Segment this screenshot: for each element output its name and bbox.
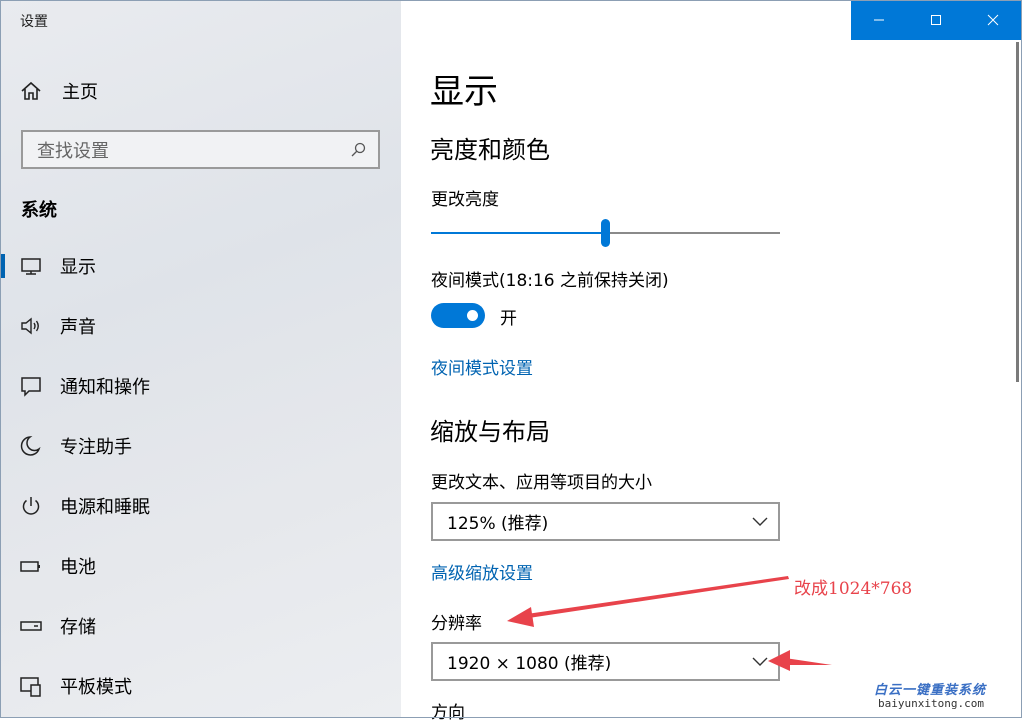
close-button[interactable] — [964, 0, 1021, 40]
maximize-button[interactable] — [907, 0, 964, 40]
section-title: 系统 — [21, 200, 57, 221]
watermark-brand: 白云一键重装系统 — [874, 683, 987, 698]
speaker-icon — [21, 317, 39, 335]
sidebar-item-notifications[interactable]: 通知和操作 — [0, 364, 401, 408]
search-icon — [351, 142, 366, 156]
page-title: 显示 — [430, 72, 498, 112]
sidebar-item-label: 声音 — [60, 317, 96, 338]
tablet-icon — [20, 677, 41, 697]
maximize-icon — [930, 15, 941, 25]
brightness-label: 更改亮度 — [431, 190, 499, 210]
sidebar-item-focus-assist[interactable]: 专注助手 — [0, 424, 401, 468]
sidebar-item-label: 通知和操作 — [60, 377, 150, 398]
sidebar-item-display[interactable]: 显示 — [0, 244, 401, 288]
night-mode-toggle[interactable] — [431, 303, 485, 328]
battery-icon — [20, 561, 40, 572]
night-mode-settings-link[interactable]: 夜间模式设置 — [431, 354, 533, 379]
notification-icon — [21, 377, 41, 397]
sidebar-item-battery[interactable]: 电池 — [0, 544, 401, 588]
power-icon — [22, 497, 40, 515]
monitor-icon — [21, 258, 41, 275]
resolution-value: 1920 × 1080 (推荐) — [447, 654, 612, 674]
sidebar-item-home[interactable]: 主页 — [20, 78, 98, 104]
sidebar-home-label: 主页 — [62, 82, 98, 103]
close-icon — [987, 14, 998, 26]
sidebar-item-label: 显示 — [60, 257, 96, 278]
toggle-knob — [467, 310, 478, 321]
moon-icon — [20, 436, 41, 456]
scale-value: 125% (推荐) — [447, 514, 549, 534]
sidebar-item-label: 电源和睡眠 — [60, 497, 150, 518]
scale-label: 更改文本、应用等项目的大小 — [431, 473, 652, 493]
resolution-label: 分辨率 — [431, 614, 482, 634]
storage-icon — [20, 621, 42, 631]
slider-thumb[interactable] — [601, 219, 610, 247]
toggle-state-label: 开 — [500, 309, 517, 329]
slider-track-empty — [610, 232, 780, 234]
chevron-down-icon — [752, 657, 768, 666]
minimize-icon — [874, 19, 884, 21]
search-input[interactable]: 查找设置 — [21, 130, 380, 169]
sidebar-item-storage[interactable]: 存储 — [0, 604, 401, 648]
sidebar-item-sound[interactable]: 声音 — [0, 304, 401, 348]
sidebar-item-label: 专注助手 — [60, 437, 132, 458]
app-title: 设置 — [20, 14, 48, 30]
chevron-down-icon — [752, 517, 768, 526]
night-mode-label: 夜间模式(18:16 之前保持关闭) — [431, 271, 669, 291]
scale-dropdown[interactable]: 125% (推荐) — [431, 502, 780, 541]
slider-track-filled — [431, 232, 603, 234]
sidebar-item-label: 电池 — [60, 557, 96, 578]
scale-section-title: 缩放与布局 — [430, 418, 550, 446]
scrollbar[interactable] — [1016, 42, 1019, 382]
watermark-url: baiyunxitong.com — [878, 697, 984, 710]
brightness-section-title: 亮度和颜色 — [430, 136, 550, 164]
resolution-dropdown[interactable]: 1920 × 1080 (推荐) — [431, 642, 780, 681]
orientation-label: 方向 — [431, 703, 465, 723]
advanced-scaling-link[interactable]: 高级缩放设置 — [431, 559, 533, 584]
home-icon — [21, 81, 41, 100]
minimize-button[interactable] — [851, 0, 907, 40]
annotation-text: 改成1024*768 — [794, 579, 913, 599]
sidebar: 设置 主页 查找设置 系统 显示 声音 通知和操作 专注助手 电源和睡眠 电池 … — [0, 0, 401, 718]
search-placeholder: 查找设置 — [37, 140, 109, 162]
sidebar-item-label: 存储 — [60, 617, 96, 638]
sidebar-item-tablet-mode[interactable]: 平板模式 — [0, 664, 401, 708]
sidebar-item-power[interactable]: 电源和睡眠 — [0, 484, 401, 528]
sidebar-item-label: 平板模式 — [60, 677, 132, 698]
